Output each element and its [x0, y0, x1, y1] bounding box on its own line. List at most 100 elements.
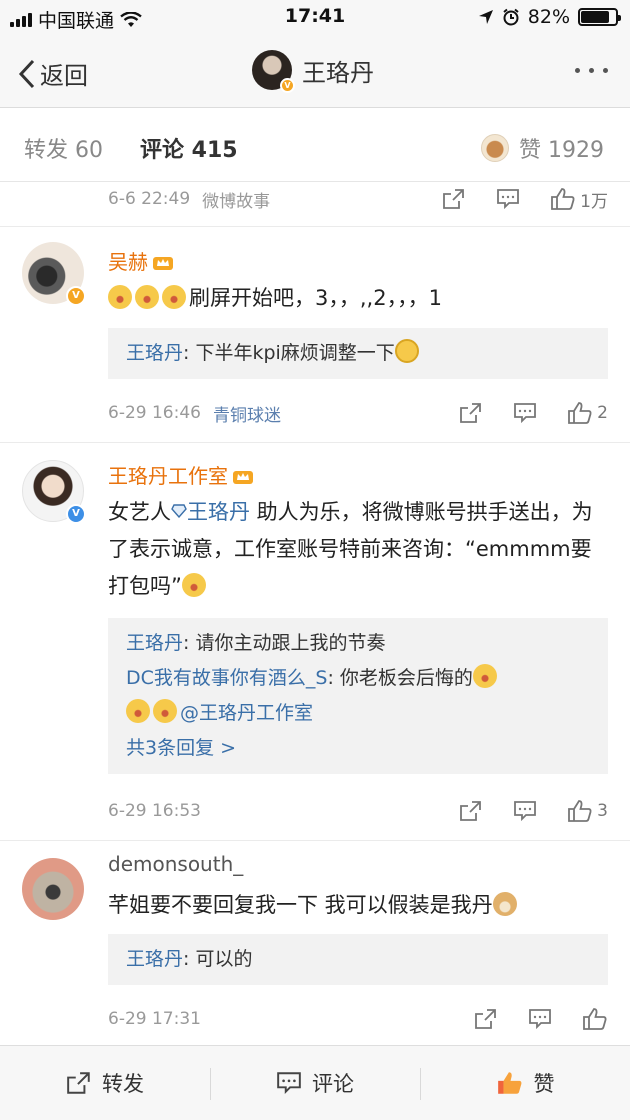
laugh-cry-emoji-icon	[181, 573, 206, 597]
laugh-cry-emoji-icon	[472, 664, 497, 688]
comment-body: 刷屏开始吧，3，，,,2，，，1	[189, 286, 442, 310]
comment-action[interactable]	[513, 402, 537, 424]
comment-icon	[277, 1072, 301, 1095]
laugh-cry-emoji-icon	[162, 285, 186, 309]
comment-meta: 6-29 16:53 3	[108, 795, 608, 827]
reply-item[interactable]: DC我有故事你有酒么_S: 你老板会后悔的	[126, 661, 590, 696]
crown-icon	[233, 471, 253, 484]
thumbs-up-icon	[497, 1072, 521, 1094]
laugh-cry-emoji-icon	[153, 699, 177, 723]
reply-author[interactable]: 王珞丹	[126, 342, 183, 364]
avatar-image	[22, 858, 84, 920]
like-action[interactable]: 1万	[550, 187, 608, 212]
repost-action[interactable]	[442, 188, 466, 210]
thumbs-up-icon	[568, 800, 592, 822]
comment-text: 芊姐要不要回复我一下 我可以假装是我丹	[108, 887, 608, 924]
like-action[interactable]: 3	[567, 799, 608, 823]
crown-icon	[153, 257, 173, 270]
nav-user[interactable]: V 王珞丹	[252, 50, 374, 93]
thumbs-up-icon	[551, 188, 575, 210]
reply-item[interactable]: 王珞丹: 可以的	[126, 942, 590, 977]
laugh-cry-emoji-icon	[135, 285, 159, 309]
avatar[interactable]: V	[22, 242, 86, 306]
reply-text: : 可以的	[183, 948, 253, 970]
like-action[interactable]	[582, 1007, 608, 1031]
reply-text: : 下半年kpi麻烦调整一下	[183, 342, 395, 364]
comment-author[interactable]: 吴赫	[108, 246, 174, 275]
laugh-cry-emoji-icon	[126, 699, 150, 723]
tab-repost[interactable]: 转发 60	[24, 132, 103, 164]
repost-label: 转发	[102, 1072, 144, 1096]
comment-meta: 6-29 17:31	[108, 1003, 608, 1035]
like-action[interactable]: 2	[567, 401, 608, 425]
avatar[interactable]: V	[22, 460, 86, 524]
like-count: 1万	[580, 191, 608, 212]
comment-icon	[497, 189, 520, 210]
reply-author[interactable]: 王珞丹	[126, 632, 183, 654]
comment-author[interactable]: 王珞丹工作室	[108, 460, 254, 489]
more-button[interactable]	[575, 68, 608, 73]
divider	[0, 840, 630, 841]
reply-box[interactable]: 王珞丹: 可以的	[108, 934, 608, 985]
laugh-cry-emoji-icon	[108, 285, 132, 309]
comment-time: 6-29 17:31	[108, 1009, 201, 1029]
comment-label: 评论	[312, 1072, 354, 1096]
share-icon	[460, 801, 482, 821]
share-icon	[460, 403, 482, 423]
comment-body: 芊姐要不要回复我一下 我可以假装是我丹	[108, 893, 493, 917]
comment-button[interactable]: 评论	[210, 1046, 420, 1120]
comment-action[interactable]	[496, 188, 520, 210]
comment-source[interactable]: 青铜球迷	[213, 401, 281, 426]
comment-icon	[529, 1009, 551, 1030]
more-replies-link[interactable]: 共3条回复 >	[126, 731, 590, 766]
status-bar: 中国联通 17:41 82%	[0, 0, 630, 36]
thumbs-up-icon	[568, 402, 592, 424]
like-count: 3	[597, 801, 608, 821]
comment-source: 微博故事	[202, 191, 271, 212]
reply-text: : 你老板会后悔的	[327, 667, 473, 689]
tab-like[interactable]: 赞 1929	[481, 132, 604, 164]
reply-author[interactable]: DC我有故事你有酒么_S	[126, 667, 327, 689]
liker-avatar	[481, 134, 510, 162]
divider	[0, 442, 630, 443]
mention-link[interactable]: 王珞丹	[187, 500, 250, 524]
back-button[interactable]: 返回	[18, 56, 88, 91]
page-title: 王珞丹	[302, 58, 374, 87]
alarm-icon	[503, 8, 519, 26]
avatar[interactable]: V	[252, 50, 295, 93]
comment-icon	[514, 403, 537, 424]
like-label: 赞	[533, 1072, 555, 1096]
comment-action[interactable]	[513, 800, 537, 822]
like-button[interactable]: 赞	[420, 1046, 630, 1120]
comment-author[interactable]: demonsouth_	[108, 852, 243, 876]
share-icon	[443, 189, 465, 209]
reply-item[interactable]: @王珞丹工作室	[126, 696, 590, 731]
comment-author-name: 王珞丹工作室	[108, 464, 228, 488]
avatar[interactable]	[22, 858, 84, 920]
like-count: 2	[597, 403, 608, 423]
reply-author[interactable]: 王珞丹	[126, 948, 183, 970]
reply-item[interactable]: 王珞丹: 下半年kpi麻烦调整一下	[126, 336, 590, 371]
comment-text: 刷屏开始吧，3，，,,2，，，1	[108, 280, 608, 317]
reply-box[interactable]: 王珞丹: 请你主动跟上我的节奏 DC我有故事你有酒么_S: 你老板会后悔的 @王…	[108, 618, 608, 774]
repost-button[interactable]: 转发	[0, 1046, 210, 1120]
location-icon	[478, 10, 493, 24]
comment-time: 6-29 16:53	[108, 801, 201, 821]
comment-author-name: demonsouth_	[108, 852, 244, 876]
battery-percent: 82%	[527, 6, 570, 28]
reply-box[interactable]: 王珞丹: 下半年kpi麻烦调整一下	[108, 328, 608, 379]
comment-action[interactable]	[528, 1008, 552, 1030]
doge-emoji-icon	[492, 892, 517, 916]
repost-action[interactable]	[459, 800, 483, 822]
repost-action[interactable]	[474, 1008, 498, 1030]
reply-item[interactable]: 王珞丹: 请你主动跟上我的节奏	[126, 626, 590, 661]
tab-like-label: 赞 1929	[519, 138, 604, 163]
repost-action[interactable]	[459, 402, 483, 424]
tab-comment[interactable]: 评论 415	[140, 132, 238, 164]
divider	[0, 226, 630, 227]
sunglasses-emoji-icon	[394, 339, 419, 363]
comment-body: 女艺人	[108, 500, 171, 524]
share-icon	[475, 1009, 496, 1029]
comment-time: 6-29 16:46	[108, 403, 201, 423]
mention-link[interactable]: @王珞丹工作室	[180, 702, 313, 724]
